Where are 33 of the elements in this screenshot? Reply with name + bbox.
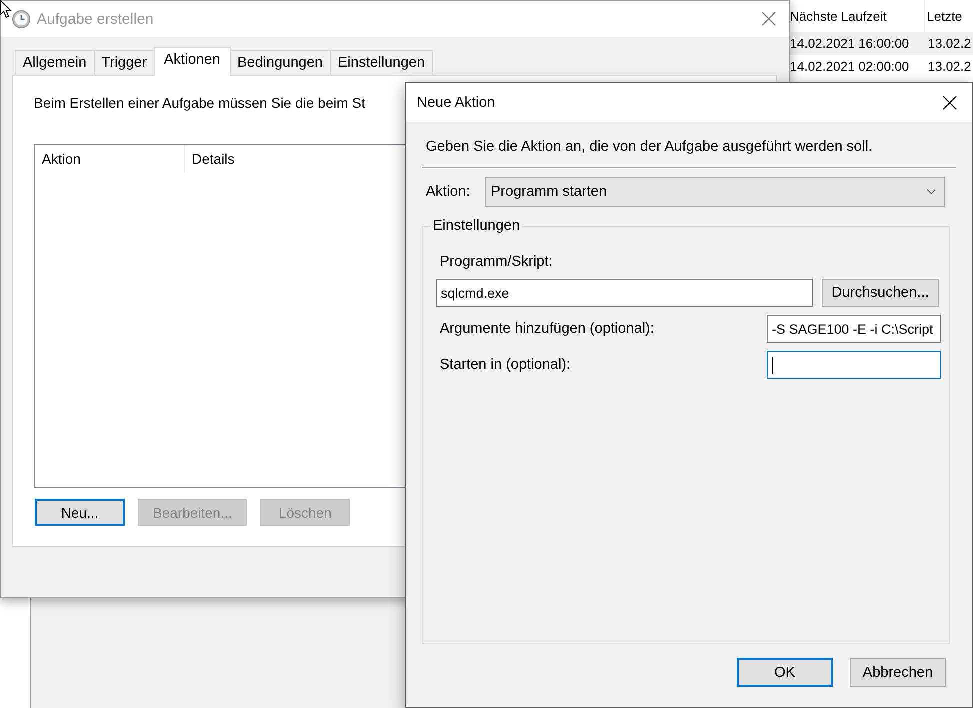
column-header[interactable]: Letzte — [925, 0, 962, 32]
field-label: Starten in (optional): — [440, 357, 571, 373]
close-icon — [762, 12, 776, 26]
table-cell-text: 14.02.2021 02:00:00 — [789, 59, 910, 74]
action-dropdown[interactable]: Programm starten — [485, 177, 945, 207]
ok-button[interactable]: OK — [737, 658, 833, 687]
input-field[interactable] — [767, 351, 941, 379]
input-field[interactable]: sqlcmd.exe — [436, 279, 813, 307]
cancel-button[interactable]: Abbrechen — [850, 658, 946, 687]
browse-button[interactable]: Durchsuchen... — [822, 279, 939, 307]
field-label: Programm/Skript: — [440, 254, 553, 271]
window-title: Aufgabe erstellen — [37, 10, 154, 28]
field-label: Aktion: — [425, 184, 472, 200]
input-field[interactable]: -S SAGE100 -E -i C:\Script — [767, 315, 941, 343]
tab[interactable]: Allgemein — [15, 50, 95, 75]
description-text: Beim Erstellen einer Aufgabe müssen Sie die beim St — [34, 95, 366, 112]
chevron-down-icon — [927, 189, 936, 195]
column-header[interactable]: Aktion — [35, 145, 185, 173]
group-title: Einstellungen — [432, 218, 522, 235]
table-cell-text: 13.02.2 — [927, 36, 972, 51]
close-button[interactable] — [943, 96, 957, 110]
table-row[interactable]: 14.02.2021 16:00:00 13.02.2 — [789, 32, 973, 55]
column-header[interactable]: Details — [185, 145, 235, 173]
text-cursor — [772, 356, 773, 374]
dialog-title: Neue Aktion — [417, 94, 496, 110]
tab[interactable]: Aktionen — [154, 47, 230, 76]
action-button[interactable]: Neu... — [35, 499, 125, 526]
table-cell-text: 13.02.2 — [927, 59, 972, 74]
clock-icon — [12, 10, 31, 28]
table-cell-text: 14.02.2021 16:00:00 — [789, 36, 910, 51]
tab[interactable]: Einstellungen — [330, 50, 434, 75]
close-icon — [943, 96, 957, 110]
field-label: Argumente hinzufügen (optional): — [440, 321, 654, 337]
